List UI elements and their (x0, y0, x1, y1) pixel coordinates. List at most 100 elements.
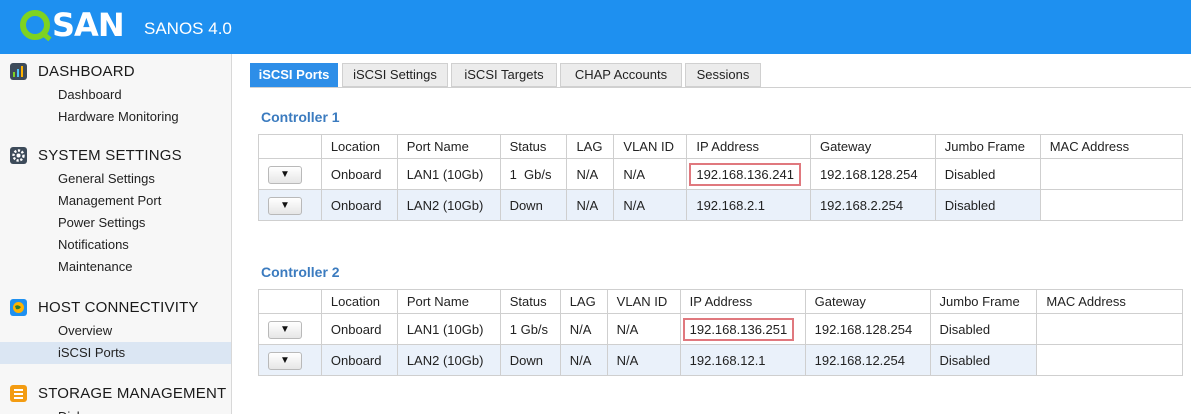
cell-location: Onboard (320, 344, 398, 376)
column-header-gateway: Gateway (804, 289, 931, 314)
row-dropdown-button[interactable]: ▼ (268, 320, 302, 339)
sidebar-item-hardware-monitoring[interactable]: Hardware Monitoring (0, 106, 231, 128)
column-header-lag: LAG (559, 289, 608, 314)
column-header-status: Status (499, 134, 568, 159)
row-action-cell: ▼ (258, 189, 322, 221)
column-header-jumbo-frame: Jumbo Frame (929, 289, 1038, 314)
controller-title: Controller 2 (261, 264, 340, 280)
sidebar-section-dashboard: DASHBOARD Dashboard Hardware Monitoring (0, 60, 231, 128)
table-row: ▼ Onboard LAN1 (10Gb) 1 Gb/s N/A N/A 192… (258, 158, 1184, 190)
sidebar-item-power-settings[interactable]: Power Settings (0, 212, 231, 234)
cell-gateway: 192.168.128.254 (809, 158, 936, 190)
row-action-cell: ▼ (258, 158, 322, 190)
column-header-mac-address: MAC Address (1036, 289, 1183, 314)
cell-ip-address: 192.168.12.1 (679, 344, 806, 376)
sidebar-section-system-settings: SYSTEM SETTINGS General Settings Managem… (0, 144, 231, 278)
row-dropdown-button[interactable]: ▼ (268, 351, 302, 370)
tab-iscsi-targets[interactable]: iSCSI Targets (451, 63, 557, 87)
top-bar: SAN SANOS 4.0 (0, 0, 1191, 54)
sidebar-section-title: STORAGE MANAGEMENT (38, 385, 227, 402)
tab-chap-accounts[interactable]: CHAP Accounts (560, 63, 682, 87)
column-header-status: Status (499, 289, 561, 314)
product-name: SANOS 4.0 (144, 19, 232, 38)
cell-jumbo-frame: Disabled (934, 189, 1041, 221)
sidebar-item-management-port[interactable]: Management Port (0, 190, 231, 212)
tab-iscsi-ports[interactable]: iSCSI Ports (250, 63, 338, 87)
highlighted-ip-address: 192.168.136.241 (689, 162, 801, 186)
sidebar-section-title: SYSTEM SETTINGS (38, 147, 182, 164)
cell-jumbo-frame: Disabled (929, 344, 1038, 376)
sidebar-item-general-settings[interactable]: General Settings (0, 168, 231, 190)
cell-location: Onboard (320, 189, 398, 221)
row-dropdown-button[interactable]: ▼ (268, 196, 302, 215)
column-header-ip-address: IP Address (679, 289, 806, 314)
sidebar-section-header[interactable]: SYSTEM SETTINGS (0, 144, 231, 168)
brand-text: SAN (52, 6, 125, 44)
column-header (258, 134, 322, 159)
column-header-lag: LAG (566, 134, 615, 159)
sidebar-item-overview[interactable]: Overview (0, 320, 231, 342)
sidebar-section-header[interactable]: HOST CONNECTIVITY (0, 296, 231, 320)
column-header-port-name: Port Name (396, 289, 501, 314)
column-header-gateway: Gateway (809, 134, 936, 159)
column-header-jumbo-frame: Jumbo Frame (934, 134, 1041, 159)
settings-gear-icon (10, 147, 27, 164)
cell-jumbo-frame: Disabled (934, 158, 1041, 190)
sidebar-section-header[interactable]: STORAGE MANAGEMENT (0, 382, 231, 406)
tab-iscsi-settings[interactable]: iSCSI Settings (342, 63, 448, 87)
cell-lag: N/A (566, 189, 615, 221)
sidebar-section-title: DASHBOARD (38, 63, 135, 80)
sidebar-section-header[interactable]: DASHBOARD (0, 60, 231, 84)
cell-gateway: 192.168.2.254 (809, 189, 936, 221)
sidebar-item-notifications[interactable]: Notifications (0, 234, 231, 256)
cell-ip-address: 192.168.2.1 (686, 189, 811, 221)
cell-gateway: 192.168.128.254 (804, 313, 931, 345)
cell-status: Down (499, 189, 568, 221)
cell-ip-address: 192.168.136.241 (686, 158, 811, 190)
ports-table-controller-1: Location Port Name Status LAG VLAN ID IP… (258, 134, 1184, 221)
table-header-row: Location Port Name Status LAG VLAN ID IP… (258, 134, 1184, 159)
cell-mac-address (1036, 313, 1183, 345)
cell-lag: N/A (566, 158, 615, 190)
table-row: ▼ Onboard LAN1 (10Gb) 1 Gb/s N/A N/A 192… (258, 313, 1183, 345)
sidebar: DASHBOARD Dashboard Hardware Monitoring … (0, 54, 232, 414)
qsan-logo: SAN (20, 6, 125, 44)
column-header-vlan-id: VLAN ID (606, 289, 681, 314)
sidebar-item-disks[interactable]: Disks (0, 406, 231, 414)
cell-jumbo-frame: Disabled (929, 313, 1038, 345)
cell-mac-address (1036, 344, 1183, 376)
ports-table-controller-2: Location Port Name Status LAG VLAN ID IP… (258, 289, 1183, 376)
highlighted-ip-address: 192.168.136.251 (682, 317, 795, 341)
table-row: ▼ Onboard LAN2 (10Gb) Down N/A N/A 192.1… (258, 189, 1184, 221)
cell-mac-address (1039, 189, 1184, 221)
sidebar-item-dashboard[interactable]: Dashboard (0, 84, 231, 106)
row-action-cell: ▼ (258, 344, 322, 376)
cell-port-name: LAN2 (10Gb) (396, 189, 501, 221)
sidebar-section-title: HOST CONNECTIVITY (38, 299, 199, 316)
globe-icon (10, 299, 27, 316)
qsan-logo-q-mark (20, 10, 50, 40)
cell-location: Onboard (320, 313, 398, 345)
cell-port-name: LAN1 (10Gb) (396, 313, 501, 345)
cell-vlan-id: N/A (606, 344, 681, 376)
cell-mac-address (1039, 158, 1184, 190)
cell-vlan-id: N/A (613, 158, 688, 190)
cell-port-name: LAN2 (10Gb) (396, 344, 501, 376)
column-header-location: Location (320, 134, 398, 159)
column-header-mac-address: MAC Address (1039, 134, 1184, 159)
cell-gateway: 192.168.12.254 (804, 344, 931, 376)
cell-vlan-id: N/A (606, 313, 681, 345)
sidebar-section-host-connectivity: HOST CONNECTIVITY Overview iSCSI Ports (0, 296, 231, 364)
sidebar-item-iscsi-ports[interactable]: iSCSI Ports (0, 342, 231, 364)
cell-lag: N/A (559, 313, 608, 345)
dashboard-chart-icon (10, 63, 27, 80)
cell-status: Down (499, 344, 561, 376)
tab-sessions[interactable]: Sessions (685, 63, 761, 87)
row-dropdown-button[interactable]: ▼ (268, 165, 302, 184)
column-header-port-name: Port Name (396, 134, 501, 159)
sidebar-section-storage-management: STORAGE MANAGEMENT Disks (0, 382, 231, 414)
cell-location: Onboard (320, 158, 398, 190)
column-header-location: Location (320, 289, 398, 314)
controller-title: Controller 1 (261, 109, 340, 125)
sidebar-item-maintenance[interactable]: Maintenance (0, 256, 231, 278)
